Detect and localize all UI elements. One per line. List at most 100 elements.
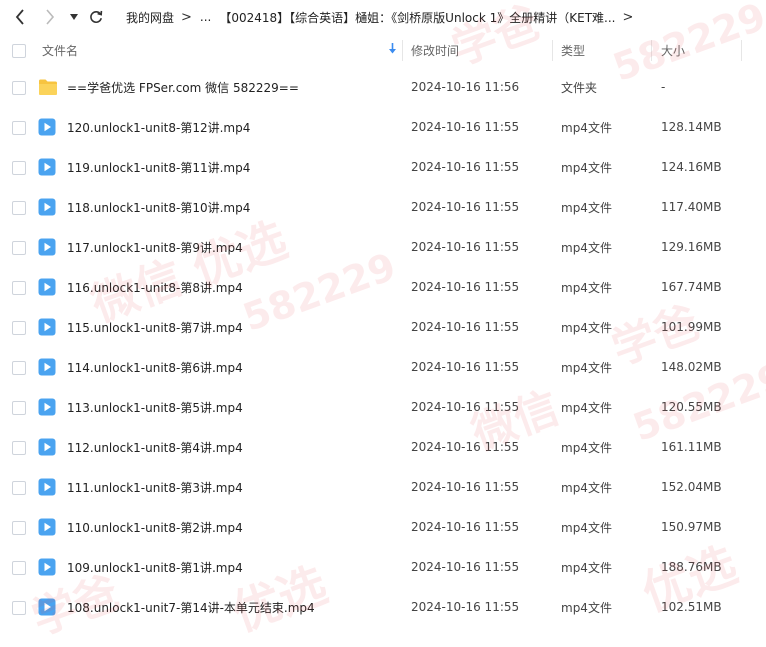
file-size: 167.74MB xyxy=(661,280,722,294)
file-name[interactable]: 117.unlock1-unit8-第9讲.mp4 xyxy=(67,227,243,267)
table-row[interactable]: 116.unlock1-unit8-第8讲.mp4 2024-10-16 11:5… xyxy=(0,267,766,307)
table-row[interactable]: 113.unlock1-unit8-第5讲.mp4 2024-10-16 11:5… xyxy=(0,387,766,427)
video-file-icon xyxy=(38,198,56,216)
file-name[interactable]: 109.unlock1-unit8-第1讲.mp4 xyxy=(67,547,243,587)
file-size: 124.16MB xyxy=(661,160,722,174)
row-checkbox[interactable] xyxy=(12,361,26,375)
column-divider[interactable] xyxy=(552,40,553,61)
breadcrumb-current[interactable]: 【002418】【综合英语】樋姐：《剑桥原版Unlock 1》全册精讲（KET难… xyxy=(219,9,615,26)
row-checkbox[interactable] xyxy=(12,281,26,295)
row-checkbox[interactable] xyxy=(12,121,26,135)
row-checkbox[interactable] xyxy=(12,601,26,615)
breadcrumb-separator-icon: > xyxy=(181,9,192,25)
row-checkbox[interactable] xyxy=(12,81,26,95)
file-name[interactable]: 120.unlock1-unit8-第12讲.mp4 xyxy=(67,107,250,147)
table-row[interactable]: 120.unlock1-unit8-第12讲.mp4 2024-10-16 11:… xyxy=(0,107,766,147)
table-row[interactable]: ==学爸优选 FPSer.com 微信 582229== 2024-10-16 1… xyxy=(0,67,766,107)
file-name[interactable]: 118.unlock1-unit8-第10讲.mp4 xyxy=(67,187,250,227)
column-header-modified[interactable]: 修改时间 xyxy=(411,34,459,67)
table-row[interactable]: 112.unlock1-unit8-第4讲.mp4 2024-10-16 11:5… xyxy=(0,427,766,467)
breadcrumb: 我的网盘 > ... 【002418】【综合英语】樋姐：《剑桥原版Unlock … xyxy=(126,0,766,34)
file-name[interactable]: 110.unlock1-unit8-第2讲.mp4 xyxy=(67,507,243,547)
row-checkbox[interactable] xyxy=(12,201,26,215)
row-checkbox[interactable] xyxy=(12,161,26,175)
file-modified: 2024-10-16 11:55 xyxy=(411,360,520,374)
forward-button[interactable] xyxy=(40,6,60,28)
file-name[interactable]: 111.unlock1-unit8-第3讲.mp4 xyxy=(67,467,243,507)
file-type: mp4文件 xyxy=(561,560,612,575)
file-name[interactable]: 116.unlock1-unit8-第8讲.mp4 xyxy=(67,267,243,307)
table-row[interactable]: 111.unlock1-unit8-第3讲.mp4 2024-10-16 11:5… xyxy=(0,467,766,507)
file-modified: 2024-10-16 11:55 xyxy=(411,480,520,494)
column-header-size[interactable]: 大小 xyxy=(661,34,685,67)
arrow-down-icon[interactable] xyxy=(388,43,397,55)
file-name[interactable]: 114.unlock1-unit8-第6讲.mp4 xyxy=(67,347,243,387)
video-file-icon xyxy=(38,118,56,136)
file-size: - xyxy=(661,80,666,94)
table-row[interactable]: 119.unlock1-unit8-第11讲.mp4 2024-10-16 11:… xyxy=(0,147,766,187)
table-row[interactable]: 115.unlock1-unit8-第7讲.mp4 2024-10-16 11:5… xyxy=(0,307,766,347)
table-row[interactable]: 117.unlock1-unit8-第9讲.mp4 2024-10-16 11:5… xyxy=(0,227,766,267)
row-checkbox[interactable] xyxy=(12,481,26,495)
video-file-icon xyxy=(38,318,56,336)
file-modified: 2024-10-16 11:55 xyxy=(411,520,520,534)
chevron-left-icon xyxy=(15,9,24,25)
file-size: 101.99MB xyxy=(661,320,722,334)
file-name[interactable]: ==学爸优选 FPSer.com 微信 582229== xyxy=(67,67,299,107)
row-checkbox[interactable] xyxy=(12,241,26,255)
column-header-name[interactable]: 文件名 xyxy=(42,34,78,67)
file-type: mp4文件 xyxy=(561,480,612,495)
file-name[interactable]: 112.unlock1-unit8-第4讲.mp4 xyxy=(67,427,243,467)
video-file-icon xyxy=(38,558,56,576)
file-modified: 2024-10-16 11:55 xyxy=(411,200,520,214)
file-type: mp4文件 xyxy=(561,200,612,215)
file-modified: 2024-10-16 11:55 xyxy=(411,560,520,574)
row-checkbox[interactable] xyxy=(12,521,26,535)
file-type-icon xyxy=(38,198,56,216)
file-size: 188.76MB xyxy=(661,560,722,574)
breadcrumb-ellipsis[interactable]: ... xyxy=(200,10,211,24)
row-checkbox[interactable] xyxy=(12,441,26,455)
file-type: mp4文件 xyxy=(561,320,612,335)
file-name[interactable]: 108.unlock1-unit7-第14讲-本单元结束.mp4 xyxy=(67,587,315,627)
back-button[interactable] xyxy=(10,6,30,28)
column-divider[interactable] xyxy=(402,40,403,61)
column-divider[interactable] xyxy=(741,40,742,61)
file-type-icon xyxy=(38,558,56,576)
file-name[interactable]: 113.unlock1-unit8-第5讲.mp4 xyxy=(67,387,243,427)
file-type: mp4文件 xyxy=(561,120,612,135)
file-type-icon xyxy=(38,478,56,496)
file-size: 152.04MB xyxy=(661,480,722,494)
table-row[interactable]: 118.unlock1-unit8-第10讲.mp4 2024-10-16 11:… xyxy=(0,187,766,227)
table-row[interactable]: 109.unlock1-unit8-第1讲.mp4 2024-10-16 11:5… xyxy=(0,547,766,587)
file-type-icon xyxy=(38,118,56,136)
file-name[interactable]: 115.unlock1-unit8-第7讲.mp4 xyxy=(67,307,243,347)
table-row[interactable]: 108.unlock1-unit7-第14讲-本单元结束.mp4 2024-10-… xyxy=(0,587,766,627)
file-name[interactable]: 119.unlock1-unit8-第11讲.mp4 xyxy=(67,147,250,187)
file-modified: 2024-10-16 11:55 xyxy=(411,120,520,134)
file-type-icon xyxy=(38,78,57,96)
video-file-icon xyxy=(38,518,56,536)
row-checkbox[interactable] xyxy=(12,321,26,335)
video-file-icon xyxy=(38,278,56,296)
row-checkbox[interactable] xyxy=(12,401,26,415)
row-checkbox[interactable] xyxy=(12,561,26,575)
refresh-icon xyxy=(90,10,103,23)
file-size: 129.16MB xyxy=(661,240,722,254)
select-all-checkbox[interactable] xyxy=(12,44,26,58)
caret-down-icon xyxy=(70,14,78,20)
table-row[interactable]: 114.unlock1-unit8-第6讲.mp4 2024-10-16 11:5… xyxy=(0,347,766,387)
chevron-right-icon xyxy=(46,9,55,25)
history-dropdown-button[interactable] xyxy=(66,6,82,28)
file-type-icon xyxy=(38,278,56,296)
file-modified: 2024-10-16 11:56 xyxy=(411,80,520,94)
table-row[interactable]: 110.unlock1-unit8-第2讲.mp4 2024-10-16 11:5… xyxy=(0,507,766,547)
column-divider[interactable] xyxy=(651,40,652,61)
breadcrumb-expand-icon[interactable]: > xyxy=(622,10,633,25)
breadcrumb-root[interactable]: 我的网盘 xyxy=(126,9,174,26)
video-file-icon xyxy=(38,438,56,456)
column-header-type[interactable]: 类型 xyxy=(561,34,585,67)
file-modified: 2024-10-16 11:55 xyxy=(411,600,520,614)
refresh-button[interactable] xyxy=(86,6,106,28)
file-type: mp4文件 xyxy=(561,440,612,455)
